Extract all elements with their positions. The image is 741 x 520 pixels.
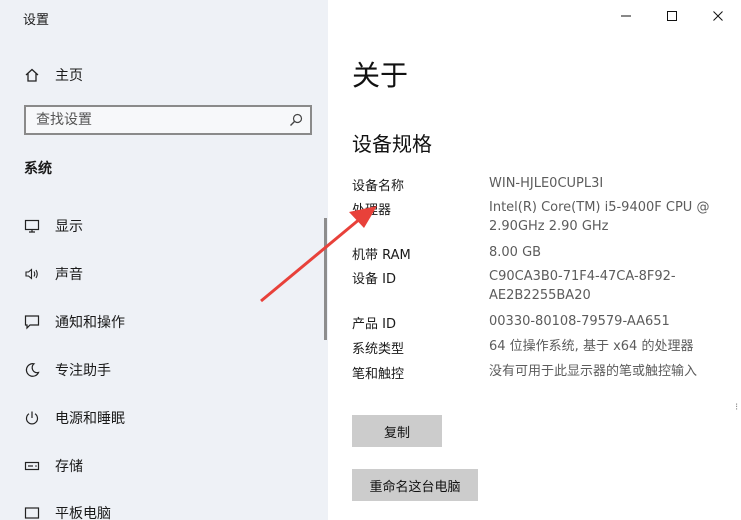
edge-glyph: ⁝ [735, 402, 739, 413]
annotation-arrow [260, 206, 377, 303]
